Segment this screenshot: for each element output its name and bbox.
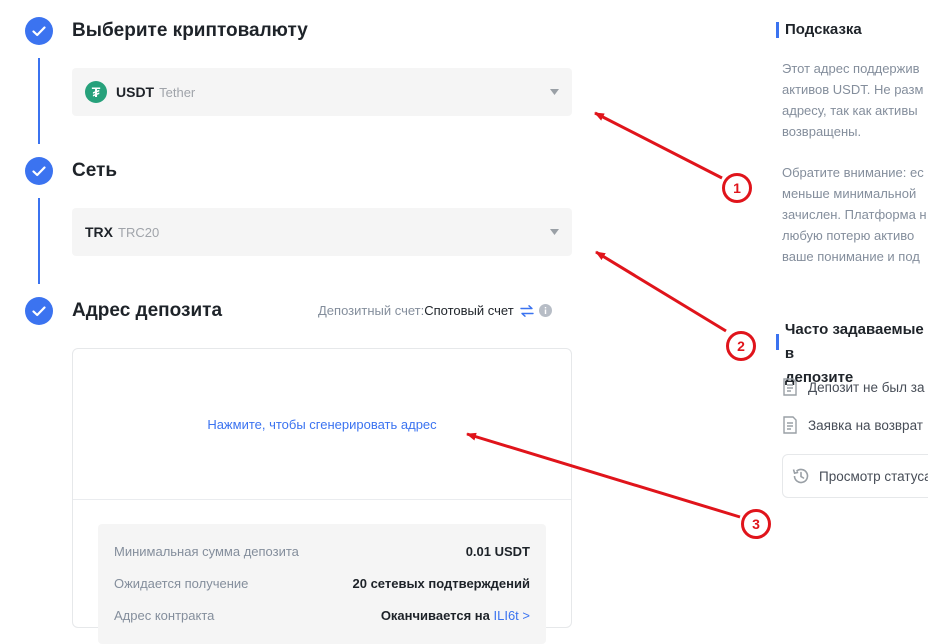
step-2-check-icon xyxy=(25,157,53,185)
hint-line: зачислен. Платформа н xyxy=(782,207,927,222)
info-label: Ожидается получение xyxy=(114,576,249,591)
step-2-connector xyxy=(38,198,40,284)
network-select-subtitle: TRC20 xyxy=(118,224,160,240)
view-status-label: Просмотр статуса xyxy=(819,468,928,484)
info-icon[interactable] xyxy=(538,304,552,317)
document-icon xyxy=(783,378,797,396)
faq-item-label: Депозит не был за xyxy=(808,379,925,395)
deposit-account-value: Спотовый счет xyxy=(424,303,514,318)
network-select[interactable]: TRX TRC20 xyxy=(72,208,572,256)
faq-heading-line-1: Часто задаваемые в xyxy=(776,318,928,366)
hint-line: возвращены. xyxy=(782,124,862,139)
annotation-marker-3: 3 xyxy=(741,509,771,539)
info-value: 0.01 USDT xyxy=(465,544,530,559)
deposit-address-panel: Нажмите, чтобы сгенерировать адрес Миним… xyxy=(72,348,572,644)
crypto-select-value: USDT xyxy=(116,84,155,100)
network-select-value: TRX xyxy=(85,224,113,240)
crypto-select-subtitle: Tether xyxy=(159,84,196,100)
faq-item-label: Заявка на возврат xyxy=(808,417,923,433)
step-2-title: Сеть xyxy=(72,160,118,181)
hint-line: Этот адрес поддержив xyxy=(782,61,920,76)
hint-line: Обратите внимание: ес xyxy=(782,165,924,180)
step-1-title: Выберите криптовалюту xyxy=(72,20,308,41)
hint-line: активов USDT. Не разм xyxy=(782,82,924,97)
generate-address-link[interactable]: Нажмите, чтобы сгенерировать адрес xyxy=(73,417,571,432)
info-value-wrapper: Оканчивается на ILI6t > xyxy=(381,608,530,623)
faq-item-deposit-not-credited[interactable]: Депозит не был за xyxy=(782,378,924,396)
view-status-button[interactable]: Просмотр статуса xyxy=(782,454,928,498)
annotation-arrow-1 xyxy=(594,111,723,180)
deposit-info-box: Минимальная сумма депозита 0.01 USDT Ожи… xyxy=(98,524,546,644)
hint-line: любую потерю активо xyxy=(782,228,915,243)
hint-line: меньше минимальной xyxy=(782,186,917,201)
step-3-check-icon xyxy=(25,297,53,325)
deposit-account-selector[interactable]: Депозитный счет: Спотовый счет xyxy=(318,303,552,318)
document-icon xyxy=(783,416,797,434)
annotation-arrow-2 xyxy=(595,250,727,333)
hint-line: адресу, так как активы xyxy=(782,103,918,118)
step-1-connector xyxy=(38,58,40,144)
hint-paragraph-2: Обратите внимание: ес меньше минимальной… xyxy=(782,162,927,267)
info-value: 20 сетевых подтверждений xyxy=(352,576,531,591)
step-1-check-icon xyxy=(25,17,53,45)
faq-item-refund-request[interactable]: Заявка на возврат xyxy=(782,416,923,434)
crypto-select[interactable]: ₮ USDT Tether xyxy=(72,68,572,116)
info-label: Адрес контракта xyxy=(114,608,215,623)
usdt-logo-icon: ₮ xyxy=(85,81,107,103)
step-3-title: Адрес депозита xyxy=(72,300,223,321)
chevron-down-icon xyxy=(550,229,559,235)
divider xyxy=(73,499,571,500)
clock-history-icon xyxy=(792,468,809,484)
chevron-down-icon xyxy=(550,89,559,95)
deposit-account-label: Депозитный счет: xyxy=(318,303,425,318)
info-value: Оканчивается на xyxy=(380,608,490,623)
contract-address-link[interactable]: ILI6t > xyxy=(494,608,531,623)
hint-heading: Подсказка xyxy=(776,22,862,38)
heading-accent xyxy=(776,334,779,350)
hint-paragraph-1: Этот адрес поддержив активов USDT. Не ра… xyxy=(782,58,923,142)
info-label: Минимальная сумма депозита xyxy=(114,544,299,559)
hint-line: ваше понимание и под xyxy=(782,249,920,264)
annotation-marker-2: 2 xyxy=(726,331,756,361)
annotation-marker-1: 1 xyxy=(722,173,752,203)
swap-icon[interactable] xyxy=(519,304,534,317)
